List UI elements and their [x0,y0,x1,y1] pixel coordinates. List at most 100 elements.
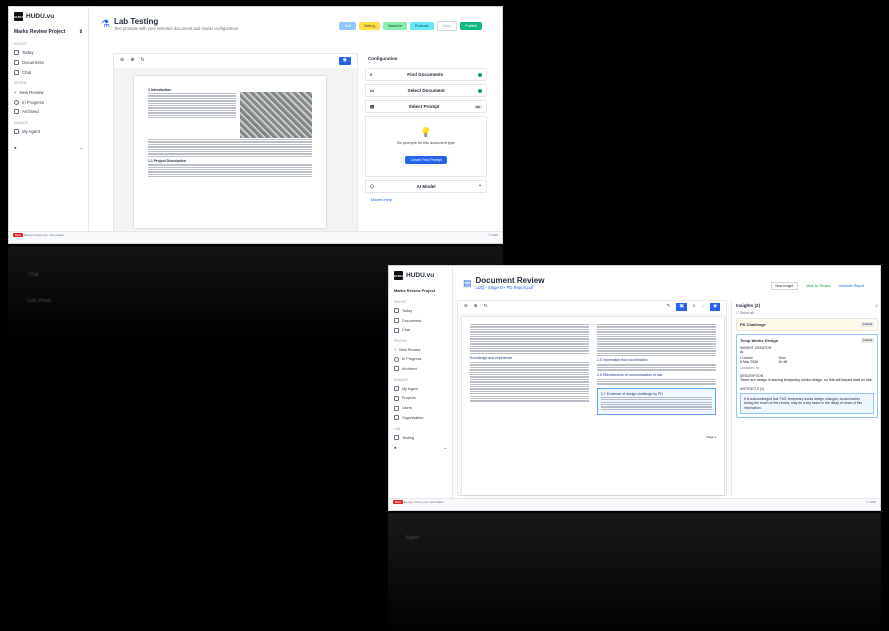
page-label: Page 1 [706,435,716,440]
nav-testing[interactable]: Testing [389,433,452,443]
nav-in-progress[interactable]: In Progress [9,97,88,107]
nav-projects[interactable]: Projects [389,393,452,403]
nav-label: My Agent [402,386,418,391]
plus-icon: + [394,347,397,352]
nav-users[interactable]: Users [389,403,452,413]
rotate-icon[interactable]: ↻ [140,57,144,65]
nav-today[interactable]: Today [9,48,88,58]
document-viewer: ⊖ ⊕ ↻ ✎ ▣ ≡ ◌ ◉ Knowledge and experience… [457,300,727,496]
doc-heading: 2.6 Effectiveness of communication of ri… [597,372,663,377]
nav-label: My Agent [22,129,40,135]
prompt-count-badge: 0/0 [473,104,482,109]
empty-message: No prompts for this document type [396,141,456,145]
nav-documents[interactable]: Documents [389,316,452,326]
generate-report-button[interactable]: Generate Report [839,284,864,288]
select-prompt-row[interactable]: ▤ Select Prompt 0/0 [365,100,487,113]
eye-icon[interactable]: ◉ [338,57,351,65]
nav-label: Documents [402,318,422,323]
app-logo[interactable]: HUDU HUDU.vu [389,266,452,285]
highlight-icon[interactable]: ▣ [676,303,687,311]
nav-label: New Review [399,347,421,352]
viewer-toolbar: ⊖ ⊕ ↻ ✎ ▣ ≡ ◌ ◉ [458,301,726,313]
mark-review-button[interactable]: Mark for Review [806,284,831,288]
flask-icon: ⚗ [101,18,110,30]
publish-button[interactable]: Publish [460,22,482,30]
nav-my-agent[interactable]: My Agent [389,384,452,394]
project-name: Marks Review Project [14,29,66,35]
new-insight-button[interactable]: New Insight [770,282,799,290]
nav-new-review[interactable]: + New Review [389,345,452,354]
document-viewer: ⊖ ⊕ ↻ ◉ 1 Introduction 1.1 Project Descr… [113,53,358,233]
logo-icon: HUDU [394,271,403,280]
insights-panel: Insights (2) ⚲ ☐ Select all PD Challenge… [731,300,880,496]
nav-archived[interactable]: Archived [9,107,88,117]
insight-tag: Critical [860,338,874,343]
select-document-row[interactable]: ▭ Select Document [365,84,487,97]
insight-card-expanded[interactable]: Temp Works Design Critical INSIGHT CREATO… [736,334,878,418]
section-review: REVIEW [394,339,407,344]
time-value: 10:48 [778,360,788,364]
window2-reflection: Agent [388,513,881,631]
search-icon: ⌕ [370,72,373,77]
chevron-down-icon: ⌄ [79,144,83,150]
nav-my-agent[interactable]: My Agent [9,127,88,137]
check-icon [477,72,482,77]
nav-organisation[interactable]: Organisation [389,413,452,423]
nav-today[interactable]: Today [389,306,452,316]
beta-badge: Beta [393,500,403,504]
zoom-in-icon[interactable]: ⊕ [474,303,478,311]
project-selector[interactable]: Marks Review Project ⇕ [9,26,88,38]
app-logo[interactable]: HUDU HUDU.vu [9,7,88,26]
section-insight: INSIGHT [394,300,407,304]
app-name: HUDU.vu [406,272,435,279]
highlighted-passage[interactable]: 2.7 Evidence of design challenge by PD [597,387,716,416]
creator-value: AI [740,350,744,354]
document-icon: ▭ [370,87,375,93]
setting-button[interactable]: Setting [359,22,381,30]
nav-label: Archived [22,109,39,115]
ai-model-row[interactable]: ⎔ AI Model ⌃ [365,180,487,193]
doc-heading: 1.1 Project Description [148,159,186,164]
select-all-checkbox[interactable]: ☐ Select all [732,311,880,315]
clock-icon [394,356,399,362]
filter-icon[interactable]: ⚲ [875,304,878,308]
nav-label: Chat [22,69,32,75]
tool-icon[interactable]: ✎ [667,303,671,311]
nav-label: Today [402,308,413,313]
nav-label: Projects [402,396,416,401]
nav-archived[interactable]: Archived [389,364,452,374]
calendar-icon [394,308,399,314]
config-title: Configuration [368,56,398,61]
models-help-link[interactable]: Models Help [365,196,487,204]
baseline-button[interactable]: Baseline [383,22,407,30]
document-filename[interactable]: LDQ - Stage D+ PD Report.pdf [476,285,545,290]
section-manage: MANAGE [394,377,408,382]
artifact-card[interactable]: It is acknowledged that TWC temporary wo… [740,392,874,414]
nav-in-progress[interactable]: In Progress [389,354,452,364]
user-menu[interactable]: ● ⌄ [389,443,452,454]
insight-card[interactable]: PD Challenge Critical [736,318,878,331]
list-icon[interactable]: ≡ [693,303,696,311]
create-prompt-button[interactable]: Create First Prompt [405,156,447,164]
zoom-out-icon[interactable]: ⊖ [120,57,124,65]
nav-label: In Progress [22,99,44,105]
footer: Beta Always check your information © 202… [9,231,502,243]
save-button[interactable]: Save [437,21,458,31]
section-lab: LAB [394,426,401,431]
nav-new-review[interactable]: + New Review [9,87,88,97]
row-label: Select Prompt [408,104,440,109]
user-menu[interactable]: ● ⌄ [9,142,88,153]
evaluate-button[interactable]: Evaluate [410,22,434,30]
zoom-out-icon[interactable]: ⊖ [464,303,468,311]
nav-chat[interactable]: Chat [389,326,452,336]
nav-documents[interactable]: Documents [9,58,88,68]
nav-label: New Review [19,89,44,95]
project-selector[interactable]: Marks Review Project [389,285,452,296]
find-documents-row[interactable]: ⌕ Find Documents [365,68,487,81]
eye-icon[interactable]: ◉ [710,303,720,311]
nav-chat[interactable]: Chat [9,68,88,78]
test-button[interactable]: Test [339,22,356,30]
zoom-in-icon[interactable]: ⊕ [130,57,134,65]
comment-icon[interactable]: ◌ [701,303,704,311]
rotate-icon[interactable]: ↻ [484,303,488,311]
